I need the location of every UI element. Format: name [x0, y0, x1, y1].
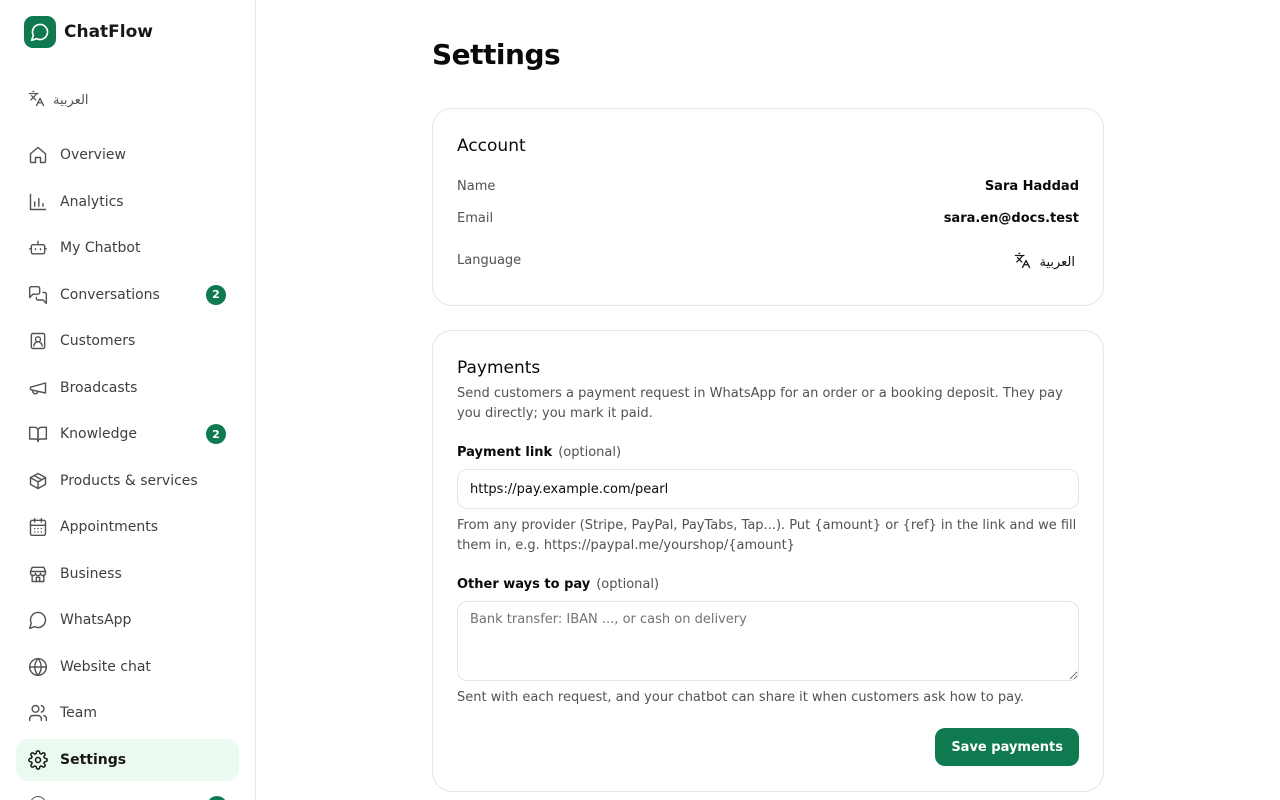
- email-value: sara.en@docs.test: [943, 211, 1079, 226]
- sidebar-item-business[interactable]: Business: [16, 553, 239, 595]
- other-ways-textarea[interactable]: [457, 601, 1079, 681]
- gear-icon: [28, 749, 48, 770]
- payments-card-title: Payments: [457, 358, 541, 378]
- language-switch-label: العربية: [53, 93, 89, 108]
- sidebar-item-label: Website chat: [60, 658, 151, 675]
- book-icon: [28, 424, 48, 444]
- sidebar-item-label: Customers: [60, 333, 136, 349]
- sidebar-item-label: Products & services: [60, 472, 198, 489]
- optional-hint: (optional): [596, 577, 660, 592]
- sidebar-item-label: Team: [60, 705, 98, 721]
- bar-chart-icon: [28, 192, 48, 212]
- megaphone-icon: [28, 378, 48, 398]
- payment-link-label: Payment link (optional): [457, 445, 621, 460]
- globe-icon: [28, 657, 48, 677]
- language-switch[interactable]: العربية: [28, 90, 89, 111]
- sidebar-item-label: Broadcasts: [60, 379, 138, 396]
- sidebar-item-products-services[interactable]: Products & services: [16, 460, 239, 502]
- sidebar-item-analytics[interactable]: Analytics: [16, 181, 239, 223]
- sidebar-item-appointments[interactable]: Appointments: [16, 506, 239, 548]
- sidebar-item-broadcasts[interactable]: Broadcasts: [16, 367, 239, 409]
- payment-link-help: From any provider (Stripe, PayPal, PayTa…: [457, 518, 1077, 553]
- account-card: Account Name Sara Haddad Email sara.en@d…: [432, 108, 1104, 306]
- language-label: Language: [457, 253, 522, 268]
- calendar-icon: [28, 517, 48, 537]
- chat-bubble-icon: [28, 610, 48, 630]
- users-icon: [28, 703, 48, 723]
- sidebar-item-label: Overview: [60, 147, 126, 163]
- name-label: Name: [457, 179, 496, 194]
- optional-hint: (optional): [558, 445, 622, 460]
- name-value: Sara Haddad: [984, 179, 1079, 194]
- sidebar-item-label: Settings: [60, 751, 127, 768]
- other-ways-label-text: Other ways to pay: [457, 577, 591, 592]
- save-payments-button[interactable]: Save payments: [935, 728, 1079, 766]
- sidebar-item-team[interactable]: Team: [16, 692, 239, 734]
- language-toggle[interactable]: العربية: [1014, 252, 1075, 273]
- translate-icon: [28, 90, 45, 111]
- other-ways-label: Other ways to pay (optional): [457, 577, 659, 592]
- sidebar-item-label: WhatsApp: [60, 612, 132, 628]
- sidebar: ChatFlow العربية Overview Analytics My C…: [0, 0, 256, 800]
- home-icon: [28, 145, 48, 165]
- sidebar-item-whatsapp[interactable]: WhatsApp: [16, 599, 239, 641]
- contact-icon: [28, 331, 48, 351]
- account-card-title: Account: [457, 136, 526, 156]
- other-ways-help: Sent with each request, and your chatbot…: [457, 690, 1025, 705]
- sidebar-item-my-chatbot[interactable]: My Chatbot: [16, 227, 239, 269]
- sidebar-item-label: Conversations: [60, 286, 160, 303]
- translate-icon: [1014, 252, 1031, 273]
- chat-bubble-logo-icon: [24, 16, 56, 48]
- bot-icon: [28, 238, 48, 258]
- store-icon: [28, 564, 48, 584]
- sidebar-nav: Overview Analytics My Chatbot Conversati…: [16, 134, 239, 785]
- knowledge-count-badge: 2: [206, 424, 226, 444]
- sidebar-item-label: Appointments: [60, 519, 159, 535]
- sidebar-item-overview[interactable]: Overview: [16, 134, 239, 176]
- sidebar-item-knowledge[interactable]: Knowledge 2: [16, 413, 239, 455]
- sidebar-item-label: Business: [60, 565, 122, 582]
- cut-off-nav-badge: [207, 796, 227, 800]
- page-title: Settings: [432, 38, 561, 71]
- sidebar-item-label: My Chatbot: [60, 240, 141, 256]
- cut-off-nav-icon: [30, 796, 46, 800]
- sidebar-item-settings[interactable]: Settings: [16, 738, 239, 781]
- sidebar-item-customers[interactable]: Customers: [16, 320, 239, 362]
- messages-icon: [28, 285, 48, 305]
- email-label: Email: [457, 211, 494, 226]
- app-name: ChatFlow: [64, 22, 154, 42]
- sidebar-item-website-chat[interactable]: Website chat: [16, 646, 239, 688]
- payment-link-label-text: Payment link: [457, 445, 553, 460]
- payments-description: Send customers a payment request in What…: [457, 386, 1063, 421]
- sidebar-item-label: Knowledge: [60, 426, 137, 442]
- package-icon: [28, 471, 48, 491]
- language-value: العربية: [1039, 255, 1075, 270]
- sidebar-item-label: Analytics: [60, 193, 124, 210]
- sidebar-item-conversations[interactable]: Conversations 2: [16, 274, 239, 316]
- payments-card: Payments Send customers a payment reques…: [432, 330, 1104, 792]
- conversations-count-badge: 2: [206, 284, 226, 305]
- payment-link-input[interactable]: [457, 469, 1079, 509]
- brand[interactable]: ChatFlow: [24, 16, 153, 48]
